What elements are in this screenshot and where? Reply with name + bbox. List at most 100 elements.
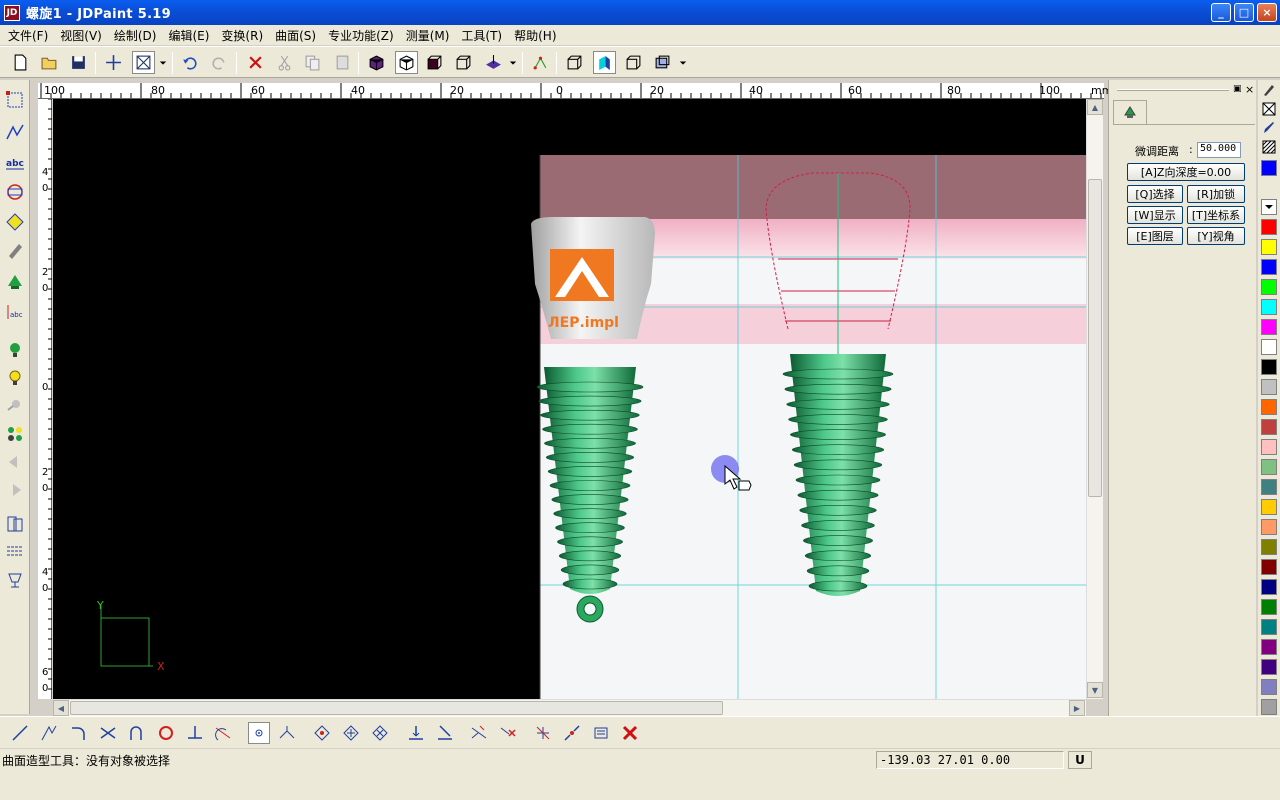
color-swatch[interactable] xyxy=(1261,359,1277,375)
menu-edit[interactable]: 编辑(E) xyxy=(162,27,215,44)
no-color-icon[interactable] xyxy=(1261,101,1277,117)
color-swatch[interactable] xyxy=(1261,419,1277,435)
cube-front-icon[interactable] xyxy=(423,51,446,74)
multi-view-icon[interactable] xyxy=(651,51,674,74)
text-tool-icon[interactable]: abc xyxy=(3,151,27,175)
view-angle-button[interactable]: [Y]视角 xyxy=(1187,227,1245,245)
end-snap-icon[interactable] xyxy=(276,722,298,744)
unit-toggle-button[interactable]: U xyxy=(1068,751,1092,769)
align-down-icon[interactable] xyxy=(434,722,456,744)
color-swatch[interactable] xyxy=(1261,339,1277,355)
color-swatch[interactable] xyxy=(1261,679,1277,695)
eraser-icon[interactable] xyxy=(3,238,27,262)
intersect-icon[interactable] xyxy=(97,722,119,744)
diamond-snap-icon[interactable] xyxy=(311,722,333,744)
arrow-left-gray-icon[interactable] xyxy=(3,450,27,474)
maximize-button[interactable]: □ xyxy=(1234,3,1254,22)
hatch-icon[interactable] xyxy=(3,540,27,564)
dropdown-arrow-icon[interactable] xyxy=(677,51,689,74)
color-swatch[interactable] xyxy=(1261,599,1277,615)
minimize-button[interactable]: _ xyxy=(1211,3,1231,22)
dropdown-arrow-icon[interactable] xyxy=(157,51,169,74)
new-file-icon[interactable] xyxy=(9,51,32,74)
color-view-icon[interactable] xyxy=(593,51,616,74)
panel-pin-icon[interactable]: ▣ xyxy=(1233,84,1242,94)
color-swatch[interactable] xyxy=(1261,299,1277,315)
z-depth-button[interactable]: [A]Z向深度=0.00 xyxy=(1127,163,1245,181)
light-bulb-yellow-icon[interactable] xyxy=(3,366,27,390)
perpendicular-icon[interactable] xyxy=(184,722,206,744)
trim-icon[interactable] xyxy=(468,722,490,744)
color-swatch[interactable] xyxy=(1261,319,1277,335)
layers-icon[interactable] xyxy=(3,512,27,536)
menu-transform[interactable]: 变换(R) xyxy=(215,27,269,44)
nudge-distance-input[interactable]: 50.000 xyxy=(1197,142,1241,158)
multi-line-icon[interactable] xyxy=(38,722,60,744)
color-swatch[interactable] xyxy=(1261,259,1277,275)
color-swatch[interactable] xyxy=(1261,659,1277,675)
panel-close-icon[interactable]: × xyxy=(1245,83,1254,96)
polyline-icon[interactable] xyxy=(3,120,27,144)
color-swatch[interactable] xyxy=(1261,439,1277,455)
color-swatch[interactable] xyxy=(1261,699,1277,715)
extend-icon[interactable] xyxy=(532,722,554,744)
point-snap-icon[interactable] xyxy=(248,722,270,744)
crosshair-icon[interactable] xyxy=(102,51,125,74)
color-swatch[interactable] xyxy=(1261,219,1277,235)
menu-help[interactable]: 帮助(H) xyxy=(508,27,562,44)
cube-side-icon[interactable] xyxy=(452,51,475,74)
dropdown-arrow-icon[interactable] xyxy=(507,51,519,74)
menu-special[interactable]: 专业功能(Z) xyxy=(322,27,400,44)
color-swatch[interactable] xyxy=(1261,239,1277,255)
abc-curve-icon[interactable]: abc xyxy=(3,300,27,324)
scroll-right-icon[interactable]: ▶ xyxy=(1069,700,1085,716)
paste-icon[interactable] xyxy=(331,51,354,74)
color-swatch[interactable] xyxy=(1261,519,1277,535)
surface-tool-icon[interactable] xyxy=(3,210,27,234)
color-swatch[interactable] xyxy=(1261,639,1277,655)
lamp-icon[interactable] xyxy=(3,568,27,592)
tangent-icon[interactable] xyxy=(212,722,234,744)
diamond-cross-icon[interactable] xyxy=(369,722,391,744)
break-icon[interactable] xyxy=(561,722,583,744)
arrow-right-gray-icon[interactable] xyxy=(3,478,27,502)
light-bulb-green-icon[interactable] xyxy=(3,338,27,362)
undo-icon[interactable] xyxy=(178,51,201,74)
display-button[interactable]: [W]显示 xyxy=(1127,206,1183,224)
palette-dropdown-icon[interactable] xyxy=(1261,199,1277,215)
color-swatch[interactable] xyxy=(1261,539,1277,555)
shaded-cube-icon[interactable] xyxy=(365,51,388,74)
vertical-scrollbar[interactable]: ▲ ▼ xyxy=(1086,99,1103,699)
app-icon[interactable]: JD xyxy=(4,4,20,21)
select-button[interactable]: [Q]选择 xyxy=(1127,185,1183,203)
menu-view[interactable]: 视图(V) xyxy=(54,27,108,44)
scroll-up-icon[interactable]: ▲ xyxy=(1087,99,1103,115)
scroll-thumb[interactable] xyxy=(1088,179,1102,497)
menu-measure[interactable]: 测量(M) xyxy=(400,27,456,44)
color-swatch[interactable] xyxy=(1261,559,1277,575)
lock-button[interactable]: [R]加锁 xyxy=(1187,185,1245,203)
layer-button[interactable]: [E]图层 xyxy=(1127,227,1183,245)
color-swatch[interactable] xyxy=(1261,399,1277,415)
arc-icon[interactable] xyxy=(67,722,89,744)
circle-tool-icon[interactable] xyxy=(3,180,27,204)
coordinate-system-button[interactable]: [T]坐标系 xyxy=(1187,206,1245,224)
snap-points-icon[interactable] xyxy=(529,51,552,74)
rectangle-select-icon[interactable] xyxy=(3,88,27,112)
menu-tools[interactable]: 工具(T) xyxy=(455,27,508,44)
delete-icon[interactable] xyxy=(244,51,267,74)
color-swatch[interactable] xyxy=(1261,479,1277,495)
color-swatch[interactable] xyxy=(1261,619,1277,635)
open-folder-icon[interactable] xyxy=(38,51,61,74)
horizontal-scrollbar[interactable]: ◀ ▶ xyxy=(53,699,1086,716)
wire-cube-icon[interactable] xyxy=(395,51,418,74)
join-icon[interactable] xyxy=(590,722,612,744)
pen-color-icon[interactable] xyxy=(1261,82,1277,98)
align-bottom-icon[interactable] xyxy=(405,722,427,744)
scroll-left-icon[interactable]: ◀ xyxy=(53,700,69,716)
color-swatch[interactable] xyxy=(1261,499,1277,515)
3d-viewport[interactable]: ЛЕР.impl Y X xyxy=(53,99,1086,699)
color-swatch[interactable] xyxy=(1261,160,1277,176)
surface-model-icon[interactable] xyxy=(3,270,27,294)
line-icon[interactable] xyxy=(9,722,31,744)
